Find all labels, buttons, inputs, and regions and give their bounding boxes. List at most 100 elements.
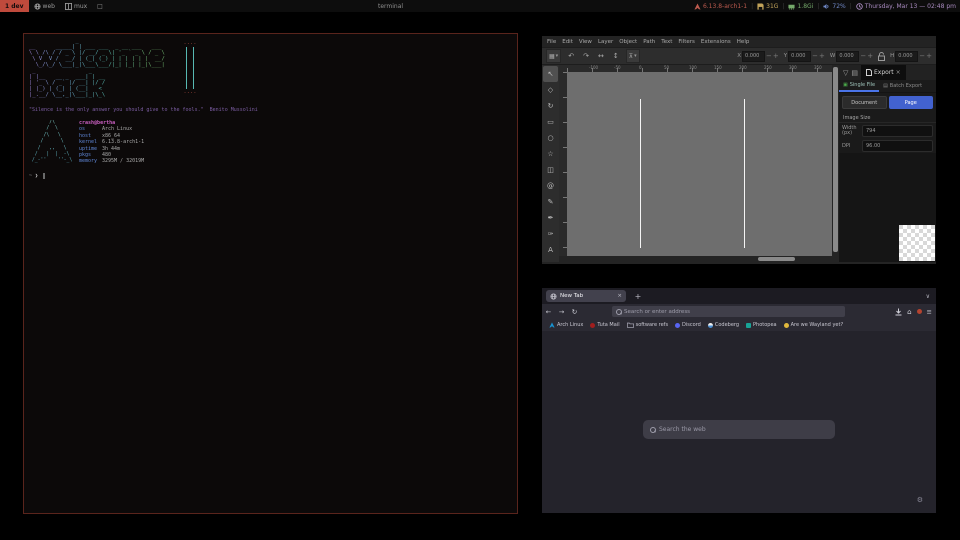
tab-bar: New Tab × + ∨ xyxy=(542,288,936,304)
page-border-right xyxy=(744,99,745,248)
height-field[interactable]: H0.000−+ xyxy=(890,51,932,62)
home-icon[interactable]: ⌂ xyxy=(907,308,911,316)
dpi-input[interactable]: 96.00 xyxy=(862,140,933,152)
back-icon[interactable]: ← xyxy=(542,308,555,316)
terminal-window[interactable]: _ __ _____| | ___ ___ _ __ ___ ___ \ \ /… xyxy=(23,33,518,514)
text-cursor xyxy=(43,173,45,179)
tool-spiral[interactable]: @ xyxy=(543,178,558,194)
menu-help[interactable]: Help xyxy=(737,39,750,45)
flip-horizontal-icon[interactable]: ↔ xyxy=(598,52,604,60)
clock-icon xyxy=(856,3,863,10)
bookmark-discord[interactable]: Discord xyxy=(675,322,701,328)
tool-node-editor[interactable]: ◇ xyxy=(543,82,558,98)
tool-calligraphy[interactable]: ✑ xyxy=(543,226,558,242)
raise-lower-dropdown[interactable]: ⊼▾ xyxy=(626,49,640,63)
tool-text[interactable]: A xyxy=(543,242,558,258)
workspace-tag-mux[interactable]: mux xyxy=(60,0,92,12)
scrollbar-thumb[interactable] xyxy=(833,67,838,252)
search-icon xyxy=(616,309,621,314)
bookmark-wayland[interactable]: Are we Wayland yet? xyxy=(784,322,843,328)
tool-pen[interactable]: ✒ xyxy=(543,210,558,226)
forward-icon[interactable]: → xyxy=(555,308,568,316)
url-bar[interactable]: Search or enter address xyxy=(612,306,845,317)
swatches-dialog-icon[interactable]: ▤ xyxy=(851,69,858,77)
menu-filters[interactable]: Filters xyxy=(678,39,695,45)
disk-icon xyxy=(757,3,764,10)
close-tab-icon[interactable]: × xyxy=(617,293,622,299)
menu-file[interactable]: File xyxy=(547,39,556,45)
selection-mode-dropdown[interactable]: ▦▾ xyxy=(546,49,561,63)
workspace-tag-4[interactable]: □ xyxy=(92,0,108,12)
horizontal-scrollbar[interactable] xyxy=(567,256,832,262)
tool-shape-builder[interactable]: ↻ xyxy=(543,98,558,114)
lock-ratio-icon[interactable] xyxy=(878,52,885,61)
document-button[interactable]: Document xyxy=(842,96,887,109)
reload-icon[interactable]: ↻ xyxy=(568,308,581,316)
tab-title: New Tab xyxy=(560,293,583,299)
menu-view[interactable]: View xyxy=(579,39,592,45)
web-search-input[interactable]: Search the web xyxy=(643,420,835,439)
scrollbar-thumb[interactable] xyxy=(758,257,795,261)
x-position-field[interactable]: X0.000−+ xyxy=(737,51,779,62)
export-mode-tabs: ▣Single File ▤Batch Export xyxy=(839,80,936,93)
quote-line: "Silence is the only answer you should g… xyxy=(29,107,512,113)
tool-ellipse[interactable]: ○ xyxy=(543,130,558,146)
shell-prompt[interactable]: ~ ❯ xyxy=(29,173,512,179)
search-icon xyxy=(650,427,655,432)
tool-pencil[interactable]: ✎ xyxy=(543,194,558,210)
workspace-tag-web[interactable]: web xyxy=(29,0,60,12)
export-preview-checker xyxy=(899,225,935,261)
dpi-row: DPI 96.00 xyxy=(839,138,936,153)
personalize-gear-icon[interactable]: ⚙ xyxy=(917,496,923,504)
rotate-cw-icon[interactable]: ↷ xyxy=(583,52,589,60)
menu-object[interactable]: Object xyxy=(619,39,637,45)
tab-batch-export[interactable]: ▤Batch Export xyxy=(879,80,926,92)
menu-extensions[interactable]: Extensions xyxy=(701,39,731,45)
export-dialog-tab[interactable]: Export × xyxy=(861,65,906,80)
fetch-user-host: crash@bertha xyxy=(79,120,115,126)
image-size-heading: Image Size xyxy=(839,112,936,123)
width-row: Width (px) 794 xyxy=(839,123,936,138)
tab-single-file[interactable]: ▣Single File xyxy=(839,80,879,92)
tool-selector[interactable]: ↖ xyxy=(543,66,558,82)
objects-dialog-icon[interactable]: ▽ xyxy=(843,69,848,77)
vertical-scrollbar[interactable] xyxy=(832,65,839,262)
browser-tab[interactable]: New Tab × xyxy=(546,290,626,302)
page-button[interactable]: Page xyxy=(889,96,934,109)
bookmark-photopea[interactable]: Photopea xyxy=(746,322,777,328)
width-label: Width (px) xyxy=(842,126,862,136)
separator: | xyxy=(751,3,753,10)
workspace-tag-dev[interactable]: 1 dev xyxy=(0,0,29,12)
y-position-field[interactable]: Y0.000−+ xyxy=(784,51,825,62)
extension-icon[interactable] xyxy=(917,309,922,314)
bookmark-software-refs[interactable]: software refs xyxy=(627,322,668,328)
tool-rectangle[interactable]: ▭ xyxy=(543,114,558,130)
menu-icon[interactable]: ≡ xyxy=(927,308,932,316)
rotate-ccw-icon[interactable]: ↶ xyxy=(568,52,574,60)
tool-3dbox[interactable]: ◫ xyxy=(543,162,558,178)
downloads-icon[interactable] xyxy=(895,308,902,316)
width-input[interactable]: 794 xyxy=(862,125,933,137)
square-icon: □ xyxy=(97,3,103,10)
new-tab-button[interactable]: + xyxy=(632,290,644,302)
ruler-corner xyxy=(559,65,567,72)
bookmark-codeberg[interactable]: Codeberg xyxy=(708,322,739,328)
export-panel: ▽ ▤ Export × ▣Single File ▤Batch Export … xyxy=(839,65,936,262)
tool-star[interactable]: ☆ xyxy=(543,146,558,162)
menu-layer[interactable]: Layer xyxy=(598,39,613,45)
clock-segment: Thursday, Mar 13 — 02:48 pm xyxy=(856,3,956,10)
search-placeholder: Search the web xyxy=(659,426,706,433)
menu-path[interactable]: Path xyxy=(643,39,655,45)
menu-text[interactable]: Text xyxy=(661,39,672,45)
flip-vertical-icon[interactable]: ↕ xyxy=(613,52,619,60)
prompt-path: ~ xyxy=(29,173,32,179)
width-field[interactable]: W0.000−+ xyxy=(830,51,873,62)
bookmark-arch-linux[interactable]: Arch Linux xyxy=(549,322,583,328)
list-tabs-icon[interactable]: ∨ xyxy=(926,290,930,302)
menu-edit[interactable]: Edit xyxy=(562,39,573,45)
globe-icon xyxy=(550,293,557,300)
bookmark-tuta-mail[interactable]: Tuta Mail xyxy=(590,322,619,328)
status-segments: 6.13.8-arch1-1 | 31G | 1.8Gi | 72% | Thu… xyxy=(694,0,956,12)
close-icon[interactable]: × xyxy=(896,69,901,76)
drawing-canvas[interactable] xyxy=(567,72,832,256)
